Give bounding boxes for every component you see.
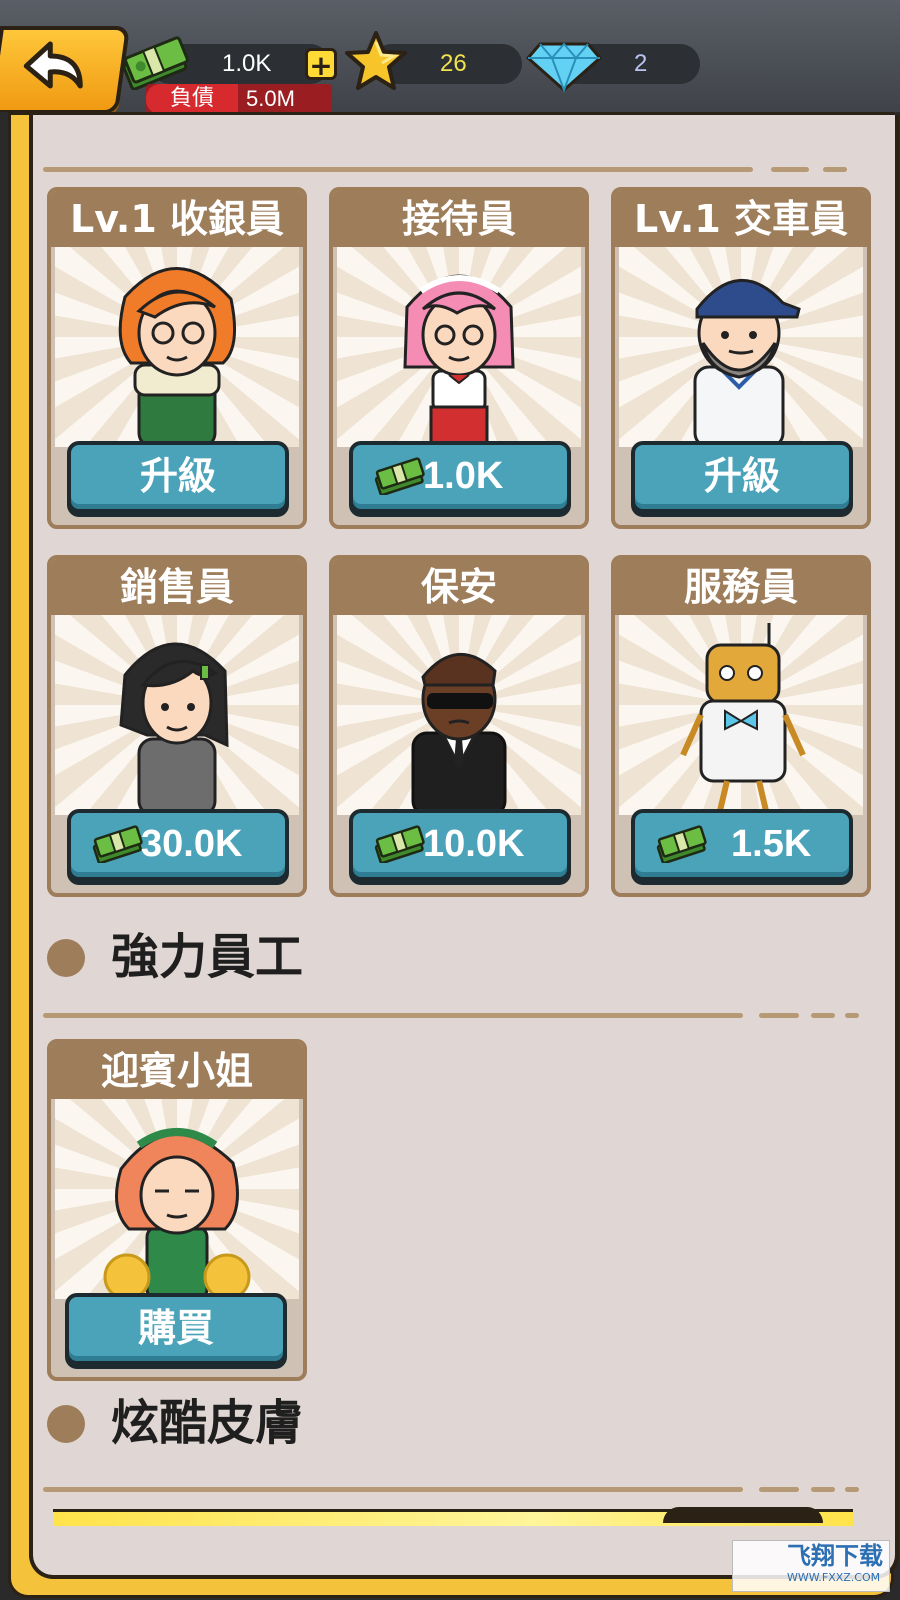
card-title: 服務員 xyxy=(615,559,867,615)
staff-card-attendant[interactable]: 服務員 1.5K xyxy=(611,555,871,897)
price-label: 10.0K xyxy=(423,823,525,865)
hire-security-button[interactable]: 10.0K xyxy=(349,809,571,881)
skin-card-partial-dark xyxy=(663,1507,823,1523)
security-portrait xyxy=(337,615,581,815)
hire-attendant-button[interactable]: 1.5K xyxy=(631,809,853,881)
hire-receptionist-button[interactable]: 1.0K xyxy=(349,441,571,513)
debt-badge: 負債 5.0M xyxy=(146,84,332,114)
debt-value: 5.0M xyxy=(246,86,295,111)
buy-button[interactable]: 購買 xyxy=(65,1293,287,1365)
divider-dash xyxy=(845,1487,859,1492)
staff-card-cashier[interactable]: Lv.1 收銀員 升級 xyxy=(47,187,307,529)
hostess-portrait xyxy=(55,1099,299,1299)
staff-card-salesperson[interactable]: 銷售員 30.0K xyxy=(47,555,307,897)
divider-dash xyxy=(811,1487,835,1492)
cash-icon xyxy=(122,36,189,90)
price-label: 1.5K xyxy=(731,823,812,865)
upgrade-label: 升級 xyxy=(139,454,216,498)
top-bar: 1.0K + 26 2 負債 5.0M xyxy=(0,0,900,118)
price-label: 1.0K xyxy=(423,455,504,497)
debt-label: 負債 xyxy=(146,84,238,114)
receptionist-portrait xyxy=(337,247,581,447)
cash-icon xyxy=(92,825,143,863)
card-title: Lv.1 交車員 xyxy=(615,191,867,247)
robot-attendant-portrait xyxy=(619,615,863,815)
panel-border: Lv.1 收銀員 升級 接待員 1.0K Lv.1 交車員 升級 銷售員 30.… xyxy=(8,112,899,1598)
section-title: 強力員工 xyxy=(111,929,304,985)
upgrade-button[interactable]: 升級 xyxy=(67,441,289,513)
valet-portrait xyxy=(619,247,863,447)
price-label: 30.0K xyxy=(141,823,243,865)
gem-value: 2 xyxy=(634,50,648,77)
divider xyxy=(43,1013,743,1018)
star-value: 26 xyxy=(440,50,467,77)
staff-card-valet[interactable]: Lv.1 交車員 升級 xyxy=(611,187,871,529)
section-bullet xyxy=(47,1405,85,1443)
divider xyxy=(43,167,753,172)
staff-card-security[interactable]: 保安 10.0K xyxy=(329,555,589,897)
watermark-brand: 飞翔下载 xyxy=(787,1542,883,1570)
panel-frame: Lv.1 收銀員 升級 接待員 1.0K Lv.1 交車員 升級 銷售員 30.… xyxy=(0,112,900,1600)
card-title: Lv.1 收銀員 xyxy=(51,191,303,247)
card-title: 保安 xyxy=(333,559,585,615)
back-arrow-icon xyxy=(23,41,83,89)
divider-dash xyxy=(811,1013,835,1018)
staff-card-receptionist[interactable]: 接待員 1.0K xyxy=(329,187,589,529)
buy-label: 購買 xyxy=(137,1306,214,1350)
card-title: 迎賓小姐 xyxy=(51,1043,303,1099)
cashier-portrait xyxy=(55,247,299,447)
watermark-url: WWW.FXXZ.COM xyxy=(787,1571,881,1584)
add-cash-button[interactable]: + xyxy=(305,48,337,81)
section-title: 炫酷皮膚 xyxy=(111,1395,304,1451)
star-icon xyxy=(345,31,407,90)
card-title: 接待員 xyxy=(333,191,585,247)
cash-icon xyxy=(656,825,707,863)
cash-icon xyxy=(374,457,425,495)
upgrade-label: 升級 xyxy=(703,454,780,498)
hire-salesperson-button[interactable]: 30.0K xyxy=(67,809,289,881)
divider-dash xyxy=(759,1013,799,1018)
upgrade-button[interactable]: 升級 xyxy=(631,441,853,513)
staff-panel[interactable]: Lv.1 收銀員 升級 接待員 1.0K Lv.1 交車員 升級 銷售員 30.… xyxy=(29,115,899,1579)
salesperson-portrait xyxy=(55,615,299,815)
power-card-hostess[interactable]: 迎賓小姐 購買 xyxy=(47,1039,307,1381)
divider xyxy=(43,1487,743,1492)
watermark: 飞翔下载 WWW.FXXZ.COM xyxy=(732,1540,890,1592)
divider-dash xyxy=(823,167,847,172)
cash-icon xyxy=(374,825,425,863)
card-title: 銷售員 xyxy=(51,559,303,615)
divider-dash xyxy=(771,167,809,172)
divider-dash xyxy=(759,1487,799,1492)
section-bullet xyxy=(47,939,85,977)
diamond-icon xyxy=(526,42,602,92)
back-button[interactable] xyxy=(0,26,131,114)
cash-value: 1.0K xyxy=(222,50,272,77)
divider-dash xyxy=(845,1013,859,1018)
